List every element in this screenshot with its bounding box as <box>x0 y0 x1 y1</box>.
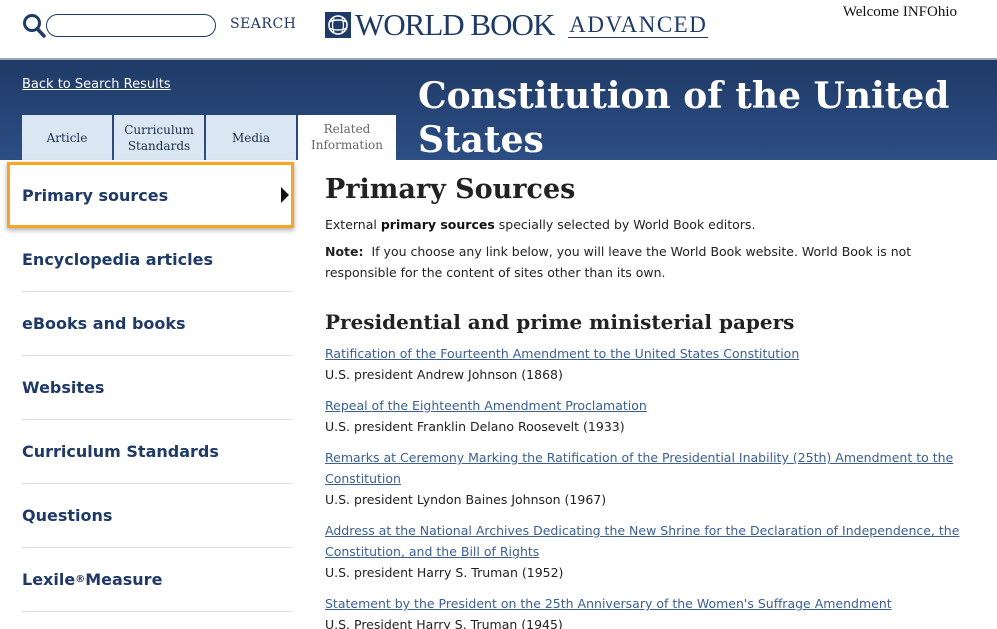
sidebar-item-curriculum-standards[interactable]: Curriculum Standards <box>22 420 292 484</box>
tab-article[interactable]: Article <box>22 115 112 160</box>
sidebar-item-label: Lexile <box>22 570 76 589</box>
source-link[interactable]: Remarks at Ceremony Marking the Ratifica… <box>325 447 965 489</box>
tab-related-information[interactable]: Related Information <box>298 115 396 160</box>
note-body: If you choose any link below, you will l… <box>325 244 912 280</box>
source-description: U.S. president Franklin Delano Roosevelt… <box>325 419 625 434</box>
sidebar-item-lexile-measure[interactable]: Lexile ® Measure <box>22 548 292 612</box>
search-icon[interactable] <box>22 13 46 39</box>
source-description: U.S. President Harry S. Truman (1945) <box>325 617 563 629</box>
section-title: Primary Sources <box>325 174 576 205</box>
source-link[interactable]: Statement by the President on the 25th A… <box>325 593 965 614</box>
list-item: Address at the National Archives Dedicat… <box>325 520 965 583</box>
list-item: Remarks at Ceremony Marking the Ratifica… <box>325 447 965 510</box>
sidebar-item-label-suffix: Measure <box>85 570 163 589</box>
sidebar-item-label: Questions <box>22 506 113 525</box>
sidebar-item-label: eBooks and books <box>22 314 186 333</box>
sidebar-item-primary-sources[interactable]: Primary sources <box>7 162 294 228</box>
source-link[interactable]: Ratification of the Fourteenth Amendment… <box>325 343 965 364</box>
intro-suffix: specially selected by World Book editors… <box>494 217 756 232</box>
source-link[interactable]: Address at the National Archives Dedicat… <box>325 520 965 562</box>
sidebar-item-ebooks-and-books[interactable]: eBooks and books <box>22 292 292 356</box>
article-header: Back to Search Results Article Curriculu… <box>0 58 997 161</box>
tab-curriculum-standards[interactable]: Curriculum Standards <box>114 115 204 160</box>
back-to-search-link[interactable]: Back to Search Results <box>22 77 171 92</box>
top-bar: SEARCH WORLD BOOK ADVANCED Welcome INFOh… <box>0 0 997 58</box>
note-label: Note: <box>325 244 364 259</box>
source-list: Ratification of the Fourteenth Amendment… <box>325 343 965 629</box>
source-description: U.S. president Andrew Johnson (1868) <box>325 367 563 382</box>
article-tabs: Article Curriculum Standards Media Relat… <box>22 115 398 160</box>
list-item: Statement by the President on the 25th A… <box>325 593 965 629</box>
globe-logo-icon <box>325 12 351 38</box>
intro-bold: primary sources <box>380 217 495 232</box>
world-book-logo[interactable]: WORLD BOOK ADVANCED <box>325 7 709 42</box>
note-text: Note: If you choose any link below, you … <box>325 241 965 283</box>
sidebar-item-label: Websites <box>22 378 105 397</box>
search-button[interactable]: SEARCH <box>230 16 296 32</box>
subsection-heading: Presidential and prime ministerial paper… <box>325 310 795 334</box>
related-info-sidebar: Primary sources Encyclopedia articles eB… <box>7 160 294 612</box>
sidebar-item-websites[interactable]: Websites <box>22 356 292 420</box>
tab-media[interactable]: Media <box>206 115 296 160</box>
source-description: U.S. president Lyndon Baines Johnson (19… <box>325 492 607 507</box>
list-item: Ratification of the Fourteenth Amendment… <box>325 343 965 385</box>
sidebar-item-label: Primary sources <box>22 185 169 205</box>
intro-text: External primary sources specially selec… <box>325 214 965 235</box>
welcome-text: Welcome INFOhio <box>842 4 957 20</box>
page-title: Constitution of the United States <box>418 75 950 161</box>
source-description: U.S. president Harry S. Truman (1952) <box>325 565 564 580</box>
source-link[interactable]: Repeal of the Eighteenth Amendment Procl… <box>325 395 965 416</box>
triangle-right-icon <box>281 187 289 203</box>
search-input[interactable] <box>46 14 216 37</box>
sidebar-item-questions[interactable]: Questions <box>22 484 292 548</box>
sidebar-item-encyclopedia-articles[interactable]: Encyclopedia articles <box>22 228 292 292</box>
intro-prefix: External <box>325 217 381 232</box>
primary-sources-content: Primary Sources External primary sources… <box>325 172 965 629</box>
sidebar-item-label: Encyclopedia articles <box>22 250 213 269</box>
registered-mark: ® <box>75 574 86 585</box>
logo-edition: ADVANCED <box>568 12 709 38</box>
list-item: Repeal of the Eighteenth Amendment Procl… <box>325 395 965 437</box>
logo-wordmark: WORLD BOOK <box>355 7 555 42</box>
sidebar-item-label: Curriculum Standards <box>22 442 219 461</box>
